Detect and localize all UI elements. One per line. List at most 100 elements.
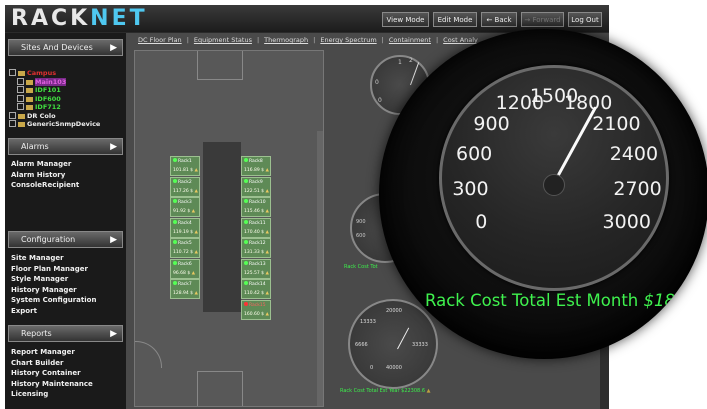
- rack-name: Rack6: [178, 261, 192, 267]
- gauge-tick-label: 900: [473, 112, 510, 135]
- view-mode-button[interactable]: View Mode: [382, 12, 429, 27]
- expand-checkbox-icon[interactable]: [9, 111, 16, 119]
- configuration-menu-item[interactable]: Floor Plan Manager: [11, 264, 96, 275]
- logo-net: NET: [90, 6, 148, 31]
- configuration-menu-item[interactable]: System Configuration: [11, 295, 96, 306]
- folder-icon: [18, 71, 25, 76]
- configuration-menu-item[interactable]: Style Manager: [11, 274, 96, 285]
- edit-mode-button[interactable]: Edit Mode: [433, 12, 477, 27]
- view-tab[interactable]: Thermograph: [264, 36, 308, 44]
- device-tree: Campus Main103 IDF101 IDF600 IDF712 DR Colo Ge…: [9, 69, 100, 129]
- sites-and-devices-header[interactable]: Sites And Devices ▶: [8, 39, 123, 56]
- rack-name: Rack5: [178, 241, 192, 246]
- rack-name: Rack13: [249, 261, 266, 267]
- rack-tile[interactable]: Rack8 116.89 $ ▲: [241, 156, 271, 176]
- tree-item[interactable]: IDF101: [9, 86, 100, 95]
- door-icon: [135, 341, 162, 368]
- tree-item[interactable]: Campus: [9, 69, 100, 78]
- gauge-tick: 20000: [386, 308, 402, 314]
- top-header: RACKNET View Mode Edit Mode ← Back → For…: [5, 5, 609, 32]
- logout-button[interactable]: Log Out: [568, 12, 602, 27]
- gauge-tick: 0: [370, 365, 374, 371]
- rack-tile[interactable]: Rack7 128.94 $ ▲: [170, 279, 200, 299]
- expand-checkbox-icon[interactable]: [9, 69, 16, 76]
- rack-cost-value: 122.51 $: [244, 188, 265, 194]
- tree-item[interactable]: DR Colo: [9, 111, 100, 121]
- view-tab[interactable]: DC Floor Plan: [138, 36, 182, 44]
- status-dot-icon: [244, 281, 248, 285]
- view-tab[interactable]: Energy Spectrum: [320, 36, 376, 44]
- status-dot-icon: [244, 199, 248, 203]
- reports-menu-item[interactable]: History Container: [11, 368, 93, 379]
- expand-checkbox-icon[interactable]: [9, 120, 16, 127]
- tree-item[interactable]: GenericSnmpDevice: [9, 120, 100, 129]
- view-tab[interactable]: Containment: [389, 36, 431, 44]
- rack-tile[interactable]: Rack3 91.92 $ ▲: [170, 197, 200, 217]
- rack-tile[interactable]: Rack12 131.33 $ ▲: [241, 238, 271, 258]
- rack-tile[interactable]: Rack14 110.42 $ ▲: [241, 279, 271, 299]
- rack-name: Rack4: [178, 220, 192, 226]
- configuration-header[interactable]: Configuration ▶: [8, 231, 123, 248]
- reports-menu-item[interactable]: History Maintenance: [11, 379, 93, 390]
- rack-name: Rack10: [249, 200, 266, 205]
- magnifier-lens: 0 300 600 900 1200 1500 1800 2100 2400 2700 3000 R…: [379, 29, 707, 359]
- triangle-up-icon: ▲: [264, 291, 269, 296]
- rack-cost-value: 115.46 $: [244, 209, 265, 214]
- expand-checkbox-icon[interactable]: [17, 77, 24, 85]
- alarms-menu-item[interactable]: Alarm History: [11, 170, 79, 181]
- triangle-up-icon: ▲: [193, 291, 198, 296]
- rack-tile[interactable]: Rack6 96.68 $ ▲: [170, 258, 200, 279]
- rack-cost-value: 116.89 $: [244, 168, 265, 173]
- chevron-right-icon: ▶: [110, 235, 117, 245]
- gauge-tick-label: 1800: [563, 92, 613, 115]
- chevron-right-icon: ▶: [110, 142, 117, 152]
- rack-cost-value: 96.68 $: [173, 270, 191, 276]
- reports-menu-item[interactable]: Report Manager: [11, 347, 93, 358]
- back-button[interactable]: ← Back: [481, 12, 517, 27]
- configuration-menu: Site Manager Floor Plan Manager Style Mana…: [11, 253, 96, 316]
- rack-tile[interactable]: Rack5 110.72 $ ▲: [170, 238, 200, 258]
- gauge-tick-label: 2100: [592, 112, 641, 135]
- status-dot-icon: [173, 158, 177, 162]
- forward-button[interactable]: → Forward: [521, 12, 564, 27]
- rack-tile[interactable]: Rack11 170.40 $ ▲: [241, 217, 271, 238]
- reports-menu-item[interactable]: Chart Builder: [11, 358, 93, 369]
- tree-item-label: Campus: [27, 69, 57, 77]
- expand-checkbox-icon[interactable]: [17, 103, 24, 110]
- tree-item[interactable]: IDF712: [9, 103, 100, 112]
- rack-tile[interactable]: Rack10 115.46 $ ▲: [241, 197, 271, 217]
- rack-tile[interactable]: Rack13 125.57 $ ▲: [241, 258, 271, 279]
- configuration-menu-item[interactable]: Site Manager: [11, 253, 96, 264]
- configuration-menu-item[interactable]: History Manager: [11, 285, 96, 296]
- triangle-up-icon: ▲: [193, 168, 198, 173]
- alarms-menu-item[interactable]: ConsoleRecipient: [11, 180, 79, 191]
- rack-tile[interactable]: Rack4 119.19 $ ▲: [170, 217, 200, 238]
- tree-item[interactable]: IDF600: [9, 94, 100, 104]
- triangle-up-icon: ▲: [264, 311, 269, 317]
- expand-checkbox-icon[interactable]: [17, 94, 24, 102]
- reports-menu-item[interactable]: Licensing: [11, 389, 93, 400]
- rack-cost-value: 110.72 $: [173, 250, 194, 255]
- alarms-header-label: Alarms: [21, 142, 49, 151]
- configuration-menu-item[interactable]: Export: [11, 306, 96, 317]
- rack-tile[interactable]: Rack9 122.51 $ ▲: [241, 176, 271, 197]
- status-dot-icon: [244, 301, 248, 306]
- status-dot-icon: [244, 219, 248, 224]
- reports-header[interactable]: Reports ▶: [8, 325, 123, 342]
- status-dot-icon: [173, 199, 177, 203]
- rack-tile[interactable]: Rack15 160.60 $ ▲: [241, 299, 271, 320]
- alarms-header[interactable]: Alarms ▶: [8, 138, 123, 155]
- triangle-up-icon: ▲: [264, 229, 269, 235]
- expand-checkbox-icon[interactable]: [17, 86, 24, 93]
- alarms-menu-item[interactable]: Alarm Manager: [11, 159, 79, 170]
- rack-tile[interactable]: Rack1 101.81 $ ▲: [170, 156, 200, 176]
- gauge-tick-label: 3000: [602, 211, 651, 233]
- view-tab[interactable]: Cost Analy: [443, 36, 478, 44]
- rack-tile[interactable]: Rack2 117.26 $ ▲: [170, 176, 200, 197]
- tree-item[interactable]: Main103: [9, 77, 100, 87]
- magnified-gauge-label: Rack Cost Total Est Month $1859.! ▲: [425, 291, 707, 310]
- view-tab[interactable]: Equipment Status: [194, 36, 252, 44]
- triangle-up-icon: ▲: [426, 388, 431, 394]
- triangle-up-icon: ▲: [190, 209, 196, 214]
- rack-name: Rack14: [249, 282, 266, 287]
